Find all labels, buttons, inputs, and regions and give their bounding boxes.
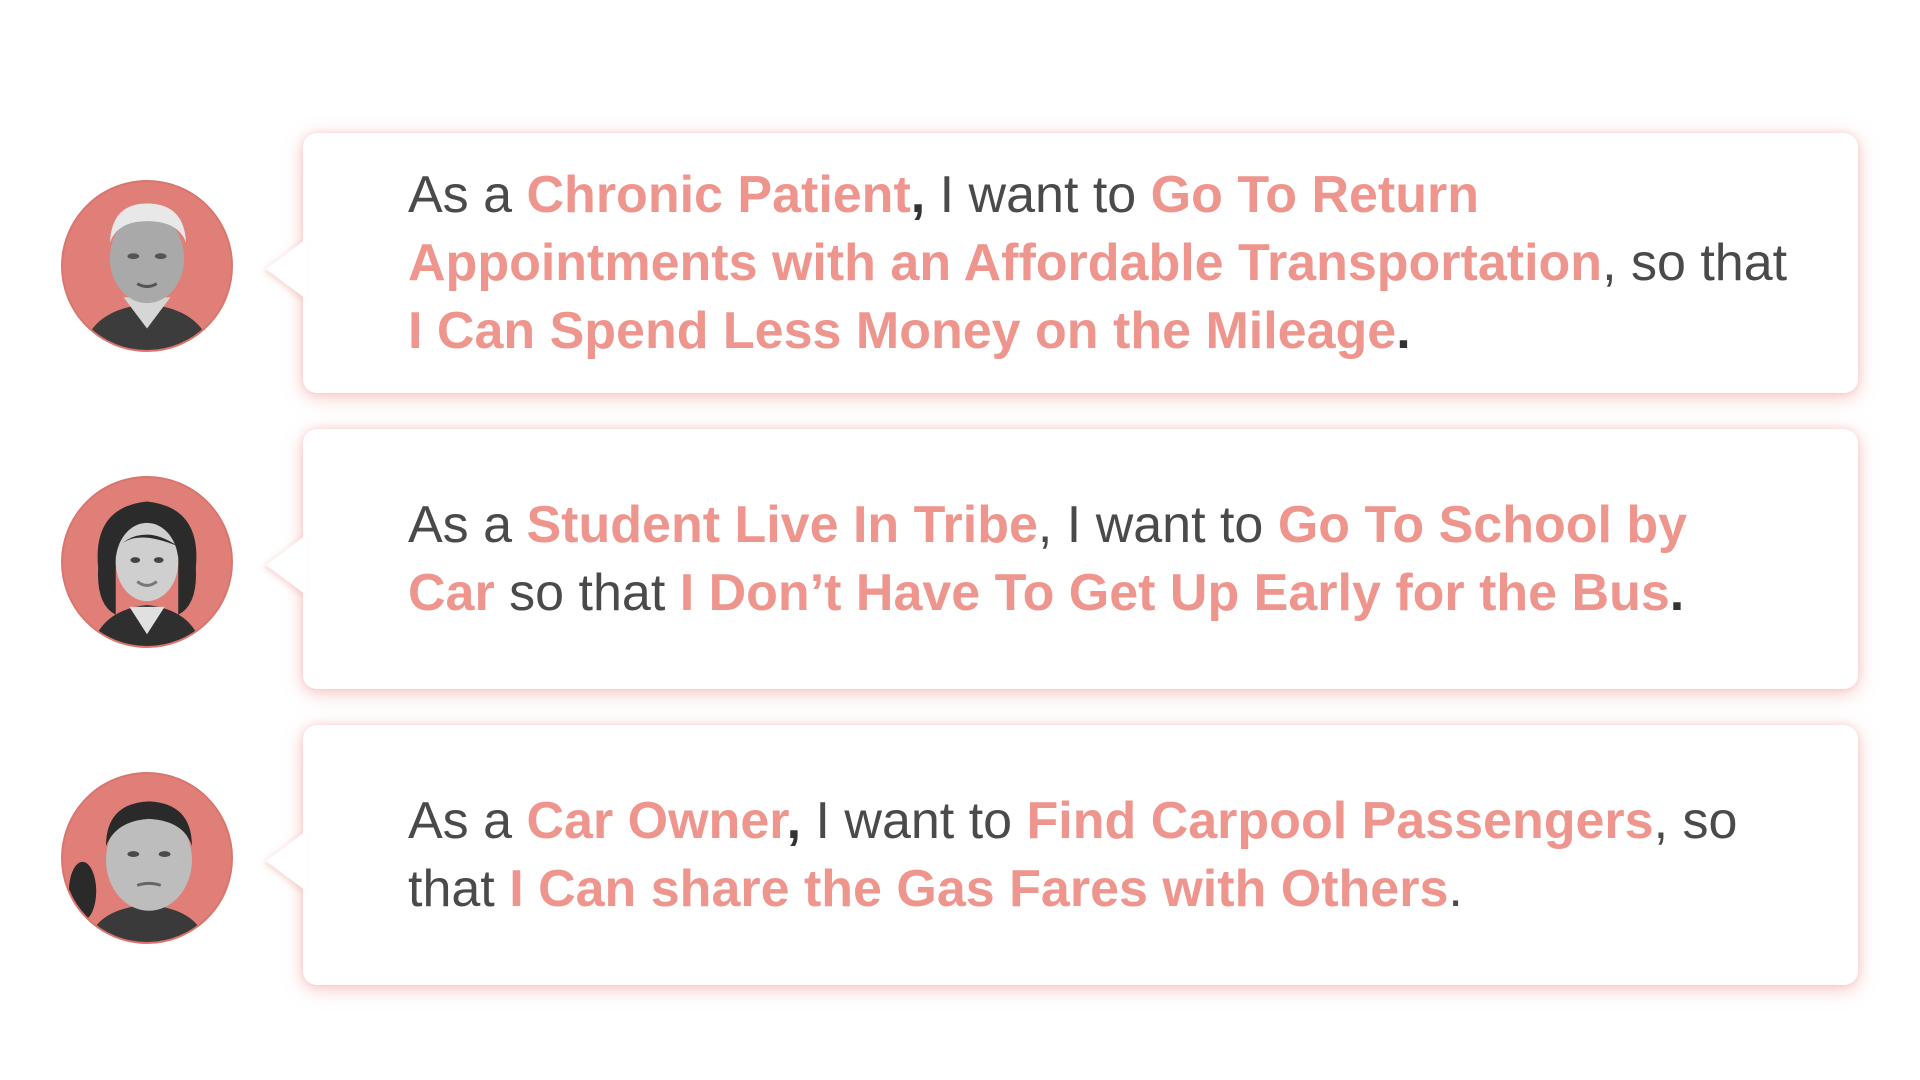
story-after-goal: so that — [494, 564, 680, 622]
speech-bubble: As a Student Live In Tribe, I want to Go… — [303, 429, 1858, 689]
story-benefit: I Can share the Gas Fares with Others — [509, 860, 1449, 918]
story-prefix: As a — [408, 166, 527, 224]
story-role: Car Owner — [526, 792, 787, 850]
speech-bubble: As a Chronic Patient, I want to Go To Re… — [303, 133, 1858, 393]
user-story-text: As a Car Owner, I want to Find Carpool P… — [408, 787, 1788, 923]
speech-bubble-pointer — [266, 831, 306, 891]
story-role-comma: , — [786, 792, 802, 850]
young-woman-portrait-icon — [63, 478, 231, 646]
man-avatar-icon — [61, 772, 233, 944]
story-end: . — [1448, 860, 1463, 918]
user-story-text: As a Chronic Patient, I want to Go To Re… — [408, 161, 1788, 365]
story-end: . — [1396, 302, 1411, 360]
user-story-card: As a Chronic Patient, I want to Go To Re… — [0, 133, 1920, 393]
man-portrait-icon — [63, 774, 231, 942]
elderly-man-avatar-icon — [61, 180, 233, 352]
story-role-comma: , — [910, 166, 926, 224]
story-goal: Find Carpool Passengers — [1026, 792, 1654, 850]
speech-bubble: As a Car Owner, I want to Find Carpool P… — [303, 725, 1858, 985]
speech-bubble-pointer — [266, 239, 306, 299]
story-middle: I want to — [801, 792, 1027, 850]
story-after-goal: , so that — [1602, 234, 1788, 292]
story-role: Chronic Patient — [526, 166, 911, 224]
user-story-card: As a Student Live In Tribe, I want to Go… — [0, 429, 1920, 689]
story-role: Student Live In Tribe — [526, 496, 1038, 554]
story-role-comma: , — [1037, 496, 1053, 554]
user-story-card: As a Car Owner, I want to Find Carpool P… — [0, 725, 1920, 985]
elderly-man-portrait-icon — [63, 182, 231, 350]
story-benefit: I Don’t Have To Get Up Early for the Bus — [679, 564, 1670, 622]
speech-bubble-pointer — [266, 535, 306, 595]
story-prefix: As a — [408, 496, 527, 554]
story-middle: I want to — [1052, 496, 1278, 554]
user-story-text: As a Student Live In Tribe, I want to Go… — [408, 491, 1788, 627]
story-end: . — [1669, 564, 1685, 622]
story-middle: I want to — [925, 166, 1151, 224]
story-benefit: I Can Spend Less Money on the Mileage — [408, 302, 1397, 360]
story-prefix: As a — [408, 792, 527, 850]
young-woman-avatar-icon — [61, 476, 233, 648]
